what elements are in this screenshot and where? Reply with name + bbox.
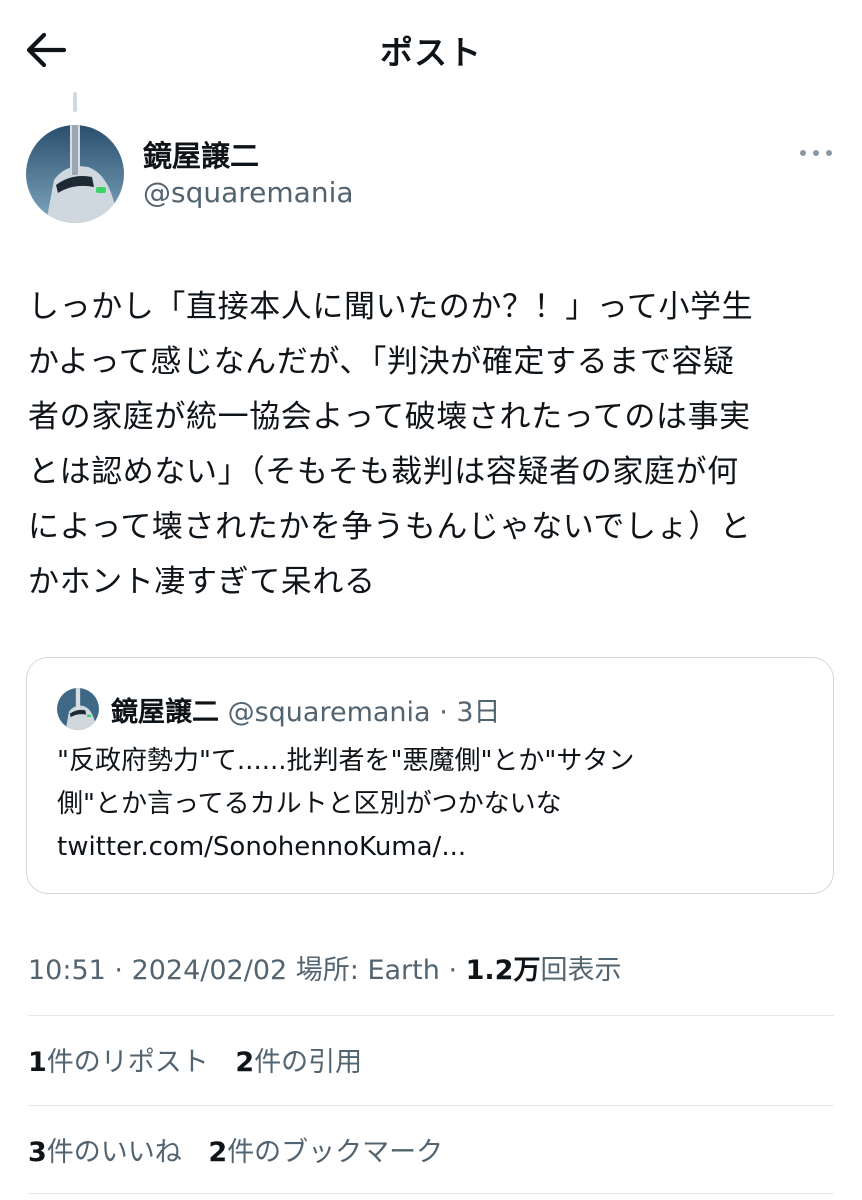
divider — [28, 1015, 834, 1016]
quoted-text-line: "反政府勢力"て......批判者を"悪魔側"とか"サタン — [57, 746, 635, 776]
quoted-author-name: 鏡屋譲二 — [111, 697, 219, 728]
more-horizontal-icon[interactable] — [798, 142, 834, 164]
bookmark-count: 2 — [208, 1137, 228, 1168]
bookmarks-stat[interactable]: 2件のブックマーク — [208, 1130, 443, 1169]
divider — [28, 1193, 834, 1194]
page-title: ポスト — [380, 33, 482, 72]
quoted-post-card[interactable]: 鏡屋譲二 @squaremania · 3日 "反政府勢力"て......批判者… — [26, 657, 834, 894]
view-label[interactable]: 回表示 — [540, 955, 621, 986]
post-meta: 10:51 · 2024/02/02 場所: Earth · 1.2万回表示 — [28, 948, 621, 987]
post-text-line: かよって感じなんだが、「判決が確定するまで容疑 — [28, 344, 735, 380]
quoted-link: twitter.com/SonohennoKuma/... — [57, 832, 467, 862]
divider — [28, 1105, 834, 1106]
post-date: 2024/02/02 — [131, 955, 288, 986]
quoted-post-header: 鏡屋譲二 @squaremania · 3日 — [111, 690, 501, 729]
meta-separator: · — [439, 955, 466, 986]
view-count: 1.2万 — [465, 955, 541, 986]
post-time: 10:51 — [28, 955, 106, 986]
quoted-author-handle: @squaremania — [227, 697, 431, 728]
meta-separator: · — [105, 955, 132, 986]
bookmark-label: 件のブックマーク — [227, 1137, 444, 1168]
quoted-post-age: 3日 — [456, 697, 501, 728]
post-location: 場所: Earth — [287, 955, 440, 986]
thread-connector-line — [73, 92, 77, 112]
author-avatar[interactable] — [26, 125, 124, 223]
like-count: 3 — [28, 1137, 47, 1168]
engagement-row: 3件のいいね 2件のブックマーク — [28, 1130, 461, 1169]
likes-stat[interactable]: 3件のいいね — [28, 1130, 182, 1169]
repost-label: 件のリポスト — [46, 1047, 209, 1078]
author-handle[interactable]: @squaremania — [143, 176, 354, 209]
engagement-row: 1件のリポスト 2件の引用 — [28, 1040, 380, 1079]
reposts-stat[interactable]: 1件のリポスト — [28, 1040, 209, 1079]
post-text-line: とは認めない」（そもそも裁判は容疑者の家庭が何 — [28, 454, 739, 490]
quotes-stat[interactable]: 2件の引用 — [235, 1040, 362, 1079]
quoted-post-text: "反政府勢力"て......批判者を"悪魔側"とか"サタン 側"とか言ってるカル… — [57, 740, 807, 869]
quote-count: 2 — [235, 1047, 255, 1078]
quoted-text-line: 側"とか言ってるカルトと区別がつかないな — [57, 789, 562, 819]
quoted-author-avatar — [57, 688, 99, 730]
post-text-line: 者の家庭が統一協会よって破壊されたってのは事実 — [28, 399, 751, 435]
quoted-separator: · — [439, 697, 448, 728]
like-label: 件のいいね — [46, 1137, 182, 1168]
post-text-line: によって壊されたかを争うもんじゃないでしょ）と — [28, 509, 752, 545]
aircraft-avatar-image — [26, 125, 124, 223]
post-text-line: しっかし「直接本人に聞いたのか？！」って小学生 — [28, 289, 754, 325]
aircraft-avatar-image — [57, 688, 99, 730]
quote-label: 件の引用 — [254, 1047, 363, 1078]
repost-count: 1 — [28, 1047, 47, 1078]
post-text: しっかし「直接本人に聞いたのか？！」って小学生 かよって感じなんだが、「判決が確… — [28, 280, 843, 610]
post-text-line: かホント凄すぎて呆れる — [28, 564, 376, 600]
author-name[interactable]: 鏡屋譲二 — [143, 133, 259, 175]
top-bar: ポスト — [0, 0, 862, 100]
